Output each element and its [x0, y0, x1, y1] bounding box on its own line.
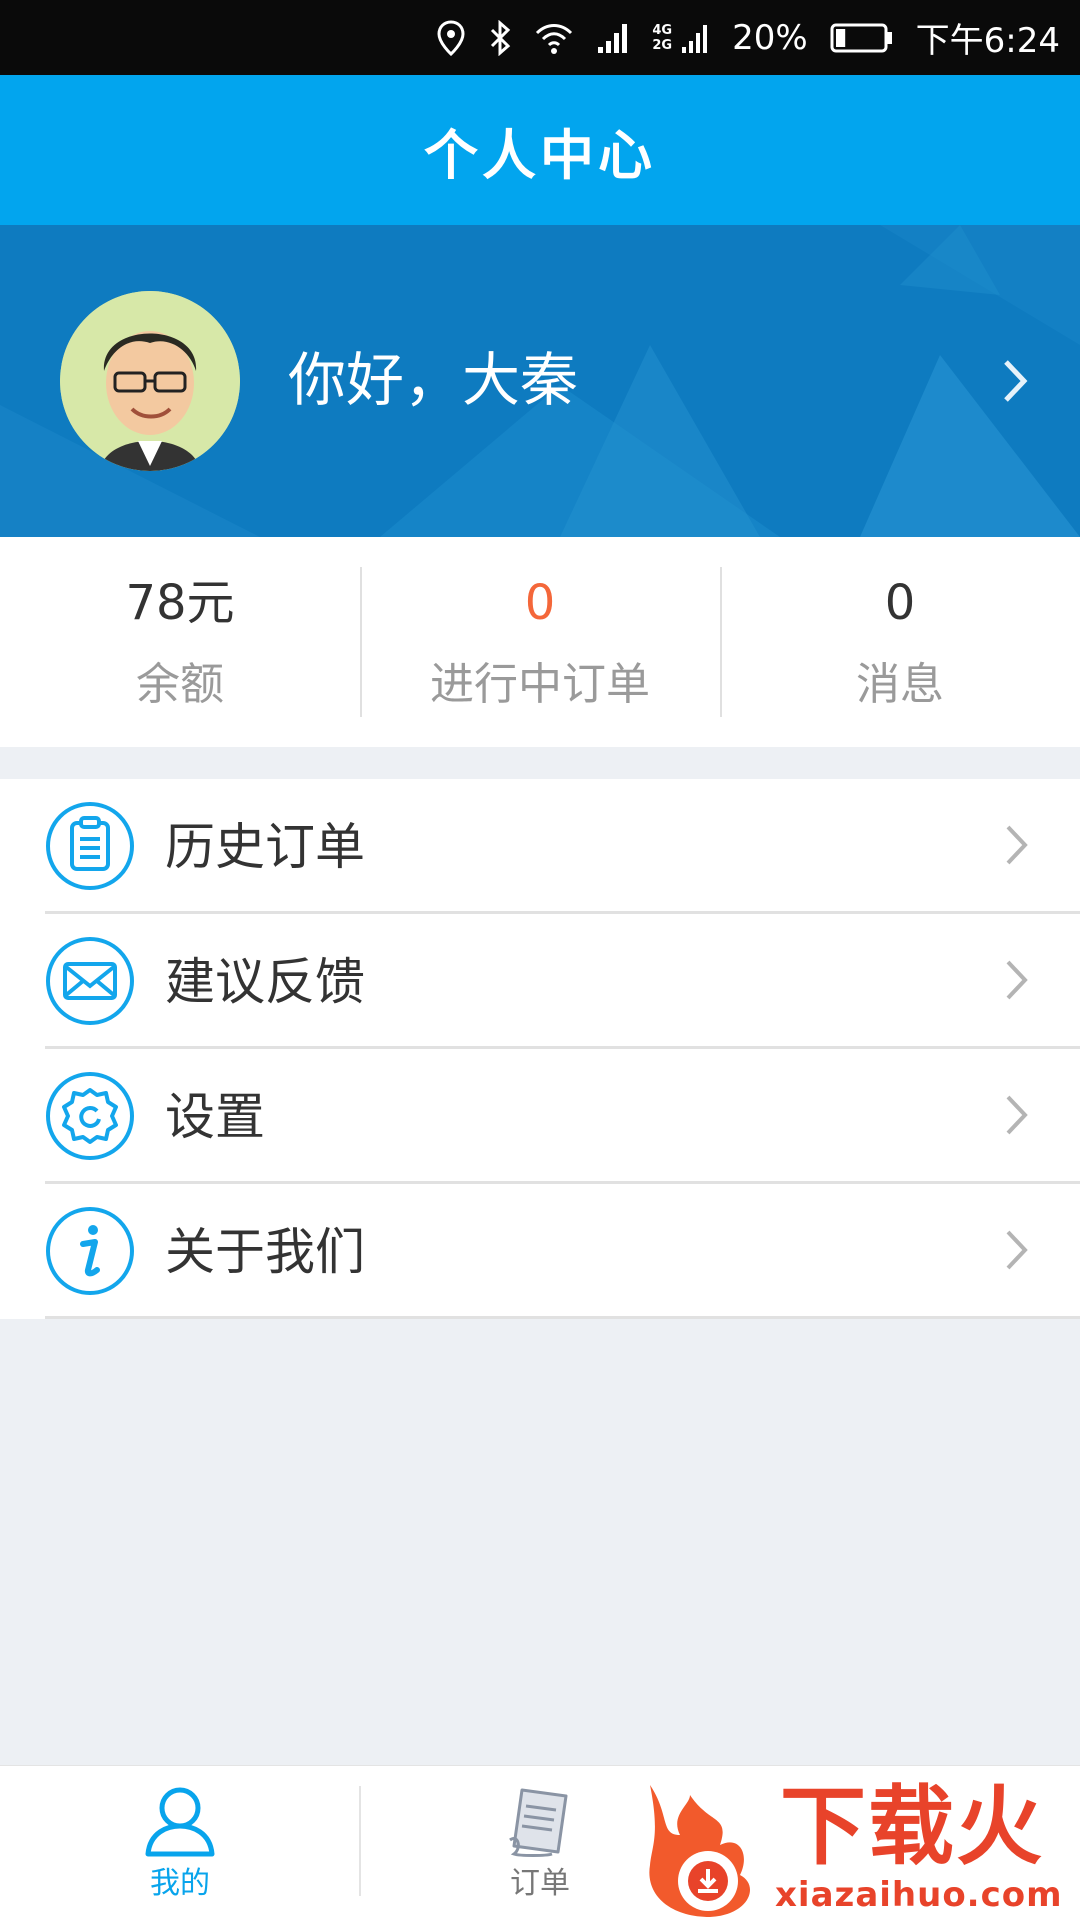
status-bar: 4G 2G 20% 下午6:24	[0, 0, 1080, 75]
bluetooth-icon	[488, 19, 512, 56]
divider	[45, 1316, 1080, 1319]
stat-balance[interactable]: 78元 余额	[0, 537, 360, 747]
menu-item-settings[interactable]: 设置	[0, 1049, 1080, 1184]
messages-value: 0	[884, 575, 916, 631]
receipt-icon	[509, 1788, 568, 1857]
greeting-text: 你好，大秦	[288, 346, 579, 414]
stat-messages[interactable]: 0 消息	[720, 537, 1080, 747]
avatar-icon	[60, 291, 240, 471]
tab-mine-label: 我的	[150, 1866, 210, 1901]
tab-mine[interactable]: 我的	[0, 1766, 360, 1920]
dual-signal-icon	[680, 21, 710, 55]
network-type-label: 4G 2G	[652, 23, 672, 53]
watermark-logo: 下载火 xiazaihuo.com	[640, 1775, 1080, 1920]
chevron-right-icon	[1006, 1095, 1028, 1135]
chevron-right-icon	[1006, 825, 1028, 865]
clipboard-icon	[45, 801, 135, 891]
menu-label-about-us: 关于我们	[165, 1223, 365, 1281]
menu-item-feedback[interactable]: 建议反馈	[0, 914, 1080, 1049]
active-orders-value: 0	[524, 575, 556, 631]
watermark-url: xiazaihuo.com	[775, 1875, 1063, 1915]
menu-label-order-history: 历史订单	[165, 818, 365, 876]
page-title: 个人中心	[424, 123, 656, 187]
menu-item-about-us[interactable]: 关于我们	[0, 1184, 1080, 1319]
person-icon	[145, 1787, 215, 1857]
balance-value: 78元	[125, 575, 235, 631]
stat-active-orders[interactable]: 0 进行中订单	[360, 537, 720, 747]
chevron-right-icon	[1006, 960, 1028, 1000]
title-bar: 个人中心	[0, 75, 1080, 225]
signal-icon	[596, 21, 630, 55]
settings-icon	[45, 1071, 135, 1161]
menu-label-settings: 设置	[165, 1088, 265, 1146]
messages-label: 消息	[856, 659, 944, 710]
stats-bar: 78元 余额 0 进行中订单 0 消息	[0, 537, 1080, 747]
balance-label: 余额	[136, 659, 224, 710]
battery-percent: 20%	[732, 17, 808, 58]
wifi-icon	[534, 21, 574, 55]
active-orders-label: 进行中订单	[430, 659, 650, 710]
avatar[interactable]	[60, 291, 240, 471]
menu-list: 历史订单 建议反馈 设置 关于我们	[0, 779, 1080, 1319]
watermark-text: 下载火	[780, 1777, 1044, 1877]
tab-orders-label: 订单	[510, 1866, 570, 1901]
battery-icon	[830, 21, 894, 55]
profile-banner[interactable]: 你好，大秦	[0, 225, 1080, 537]
clock: 下午6:24	[915, 21, 1060, 61]
chevron-right-icon	[1006, 1230, 1028, 1270]
flame-logo-icon	[649, 1785, 750, 1917]
menu-label-feedback: 建议反馈	[165, 953, 365, 1011]
mail-icon	[45, 936, 135, 1026]
chevron-right-icon[interactable]	[1002, 358, 1030, 404]
menu-item-order-history[interactable]: 历史订单	[0, 779, 1080, 914]
info-icon	[45, 1206, 135, 1296]
location-icon	[436, 19, 466, 56]
network-type-top: 4G	[652, 22, 673, 38]
network-type-bottom: 2G	[652, 37, 673, 53]
